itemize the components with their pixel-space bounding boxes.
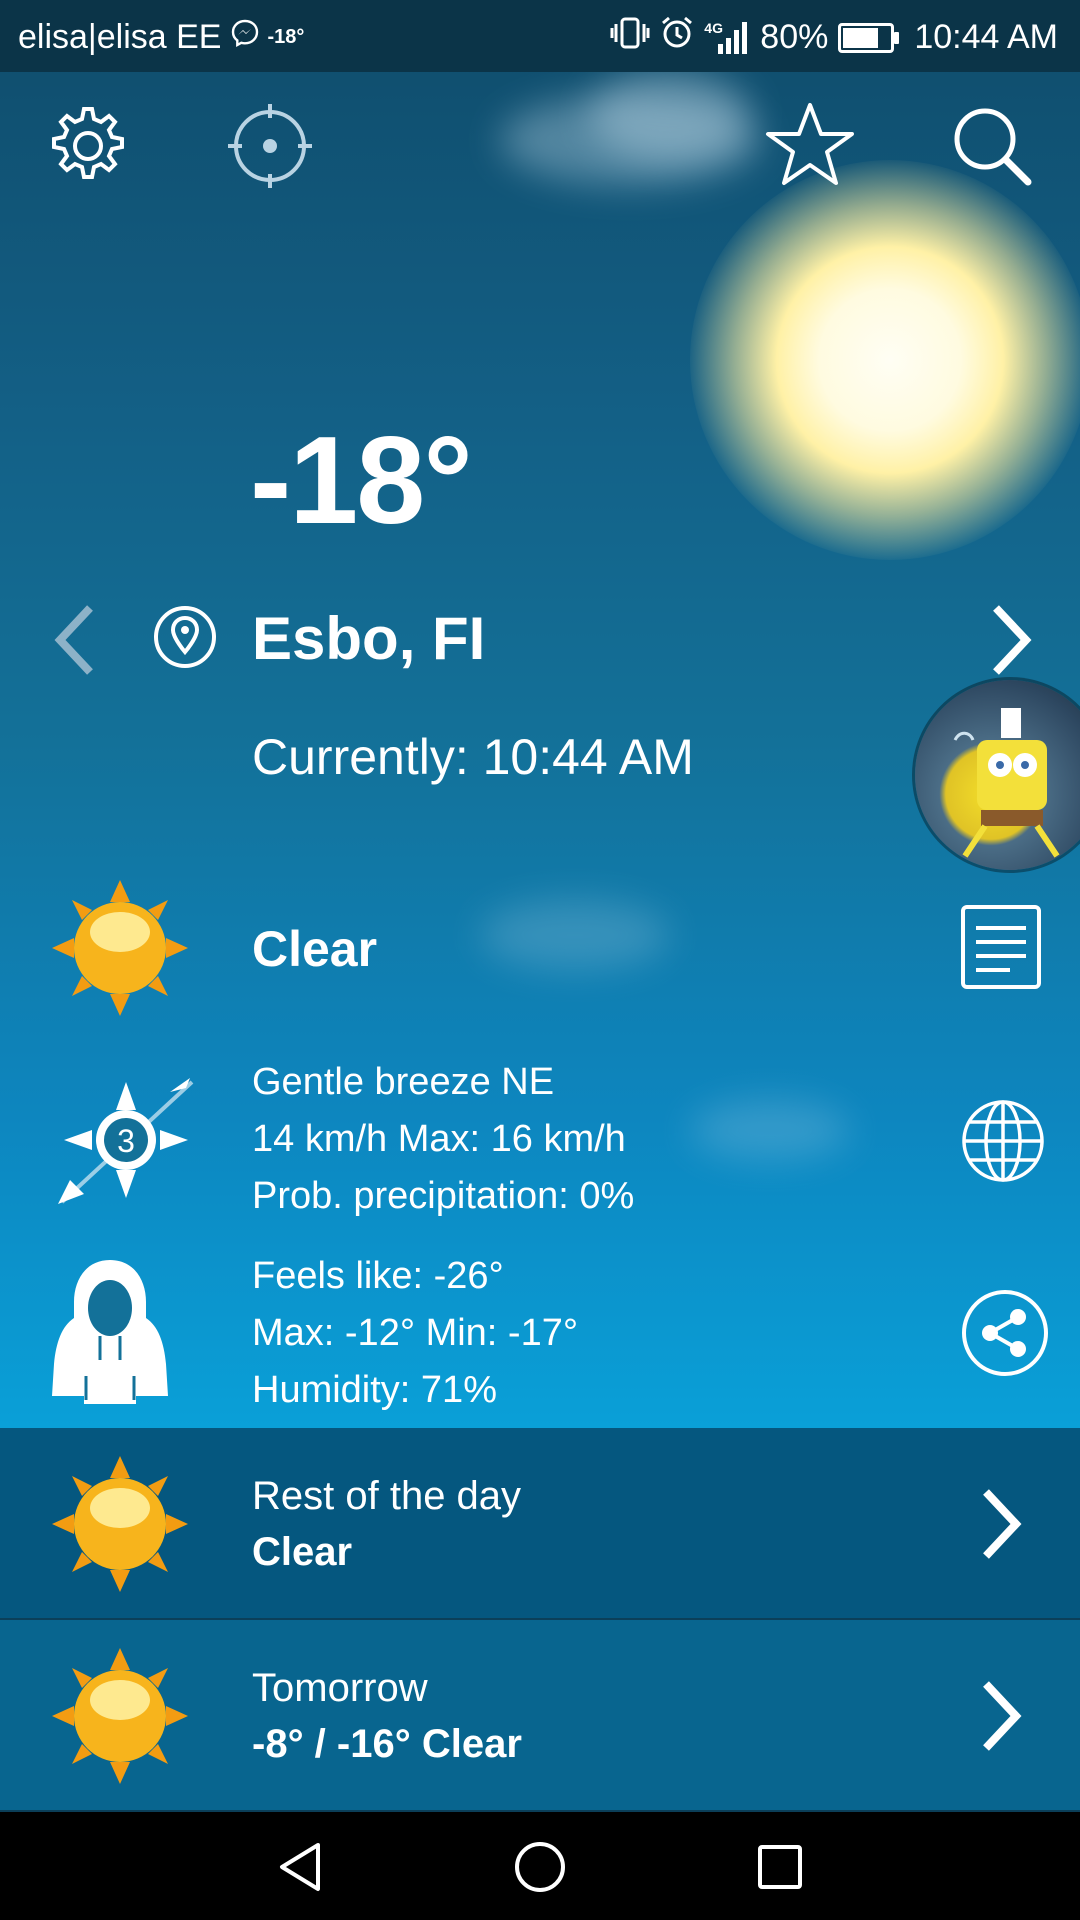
wind-details: Gentle breeze NE 14 km/h Max: 16 km/h Pr… bbox=[252, 1054, 634, 1225]
search-button[interactable] bbox=[944, 100, 1040, 196]
max-min-temperature: Max: -12° Min: -17° bbox=[252, 1312, 579, 1354]
sun-icon bbox=[50, 1454, 190, 1599]
current-time-label: Currently: 10:44 AM bbox=[252, 729, 694, 785]
forecast-title: Tomorrow bbox=[252, 1666, 428, 1710]
weather-screen: { "status_bar": { "carrier": "elisa|elis… bbox=[0, 0, 1080, 1920]
hoodie-icon bbox=[50, 1256, 170, 1411]
cloud bbox=[690, 1100, 850, 1160]
globe-icon bbox=[960, 1100, 1046, 1188]
settings-gear-icon bbox=[43, 101, 133, 196]
battery-level-fill bbox=[843, 27, 879, 48]
chevron-right-icon bbox=[976, 1486, 1026, 1567]
forecast-summary: Clear bbox=[252, 1530, 353, 1574]
wind-description: Gentle breeze NE bbox=[252, 1061, 555, 1103]
search-icon bbox=[947, 101, 1037, 196]
back-button[interactable] bbox=[265, 1834, 335, 1904]
home-circle-icon bbox=[512, 1839, 568, 1900]
messenger-icon bbox=[230, 18, 260, 57]
cloud bbox=[480, 900, 670, 970]
cloud bbox=[590, 70, 750, 160]
sun-icon bbox=[50, 878, 190, 1023]
locate-icon bbox=[222, 98, 318, 199]
sun-glow bbox=[690, 160, 1080, 560]
status-temperature: -18° bbox=[267, 26, 305, 48]
locate-button[interactable] bbox=[222, 100, 318, 196]
location-name[interactable]: Esbo, FI bbox=[252, 604, 485, 673]
vibrate-icon bbox=[610, 16, 650, 59]
details-list-icon bbox=[960, 905, 1042, 994]
next-location-button[interactable] bbox=[984, 600, 1040, 680]
forecast-row-tomorrow[interactable]: Tomorrow -8° / -16° Clear bbox=[0, 1620, 1080, 1810]
sun-icon bbox=[50, 1646, 190, 1791]
prev-location-chevron-icon bbox=[50, 605, 106, 684]
prev-location-button[interactable] bbox=[50, 600, 106, 680]
favorite-button[interactable] bbox=[762, 100, 858, 196]
battery-percent: 80% bbox=[760, 18, 829, 56]
wind-speed: 14 km/h Max: 16 km/h bbox=[252, 1118, 626, 1160]
wind-compass-icon: 3 bbox=[50, 1070, 200, 1215]
settings-button[interactable] bbox=[40, 100, 136, 196]
home-button[interactable] bbox=[505, 1834, 575, 1904]
share-icon bbox=[960, 1290, 1050, 1382]
forecast-title: Rest of the day bbox=[252, 1474, 522, 1518]
recents-square-icon bbox=[752, 1839, 808, 1900]
favorite-star-icon bbox=[763, 99, 857, 198]
location-pin-icon bbox=[152, 604, 218, 675]
status-bar: elisa|elisa EE -18° 4G 80% 10:44 AM bbox=[0, 0, 1080, 72]
signal-icon: 4G bbox=[704, 20, 750, 56]
alarm-icon bbox=[660, 16, 694, 59]
feels-like: Feels like: -26° bbox=[252, 1255, 504, 1297]
feels-like-details: Feels like: -26° Max: -12° Min: -17° Hum… bbox=[252, 1248, 578, 1419]
recents-button[interactable] bbox=[745, 1834, 815, 1904]
map-button[interactable] bbox=[960, 1098, 1046, 1189]
clock: 10:44 AM bbox=[914, 18, 1058, 56]
share-button[interactable] bbox=[960, 1288, 1050, 1383]
precipitation-probability: Prob. precipitation: 0% bbox=[252, 1175, 635, 1217]
forecast-row-rest-of-day[interactable]: Rest of the day Clear bbox=[0, 1428, 1080, 1618]
details-button[interactable] bbox=[960, 904, 1042, 995]
carrier-label: elisa|elisa EE bbox=[18, 18, 222, 56]
wind-force-number: 3 bbox=[117, 1123, 135, 1159]
current-temperature: -18° bbox=[250, 412, 473, 550]
battery-icon bbox=[838, 22, 900, 53]
humidity: Humidity: 71% bbox=[252, 1369, 497, 1411]
forecast-summary: -8° / -16° Clear bbox=[252, 1722, 522, 1766]
condition-label: Clear bbox=[252, 921, 378, 977]
chevron-right-icon bbox=[976, 1678, 1026, 1759]
back-triangle-icon bbox=[272, 1839, 328, 1900]
navigation-bar bbox=[0, 1812, 1080, 1920]
